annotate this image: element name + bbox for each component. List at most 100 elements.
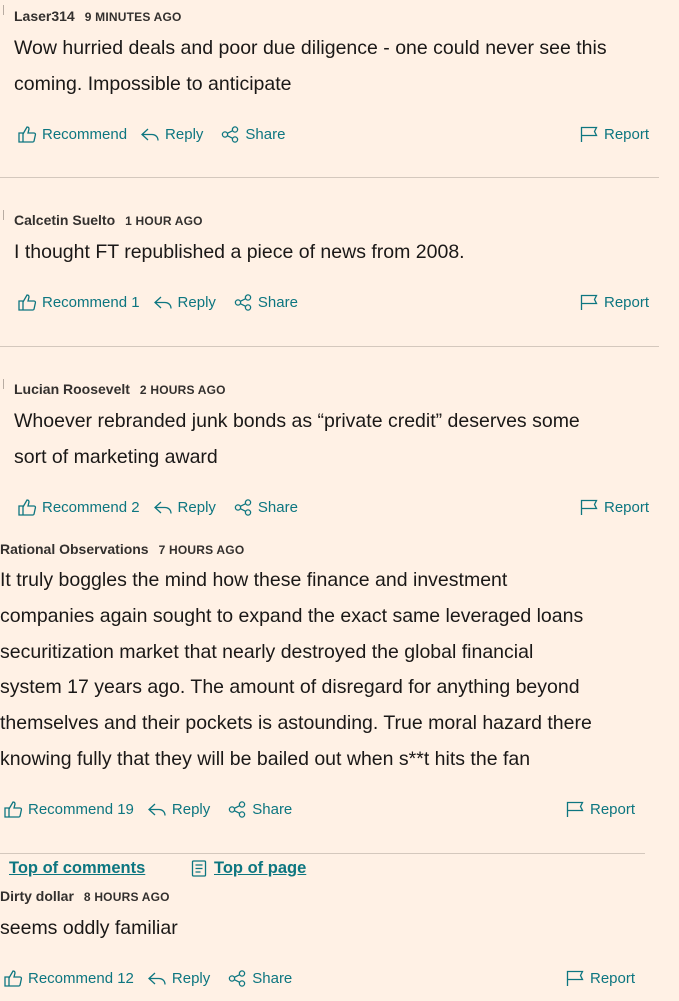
share-icon xyxy=(234,294,252,311)
comment-line: system 17 years ago. The amount of disre… xyxy=(0,676,580,699)
share-icon xyxy=(229,801,246,818)
thumbs-up-icon xyxy=(4,801,23,818)
comment-body: seems oddly familiar xyxy=(0,910,178,946)
reply-button[interactable]: Reply xyxy=(153,294,216,311)
comment: Rational Observations 7 HOURS AGO It tru… xyxy=(0,541,592,778)
recommend-label: Recommend 19 xyxy=(28,801,134,818)
comment-timestamp: 2 HOURS AGO xyxy=(139,383,226,397)
report-label: Report xyxy=(590,970,636,987)
report-button[interactable]: Report xyxy=(566,970,635,987)
comment-divider xyxy=(0,853,645,854)
flag-icon xyxy=(566,801,584,817)
comment-actions: Recommend Reply Share xyxy=(18,126,285,143)
report-label: Report xyxy=(590,801,636,818)
reply-label: Reply xyxy=(171,970,211,987)
reply-icon xyxy=(147,972,166,985)
reply-label: Reply xyxy=(177,294,216,311)
reply-button[interactable]: Reply xyxy=(147,970,211,987)
comment-author[interactable]: Dirty dollar xyxy=(0,888,74,904)
report-button[interactable]: Report xyxy=(580,294,649,311)
share-icon xyxy=(222,126,239,143)
comment-actions: Recommend 2 Reply Share xyxy=(18,499,298,516)
reply-label: Reply xyxy=(177,499,216,516)
share-button[interactable]: Share xyxy=(221,126,285,143)
comment-author[interactable]: Calcetin Suelto xyxy=(14,212,115,228)
report-button[interactable]: Report xyxy=(566,801,635,818)
recommend-button[interactable]: Recommend 12 xyxy=(4,970,134,987)
top-of-comments-link[interactable]: Top of comments xyxy=(9,859,145,878)
reply-icon xyxy=(141,128,159,141)
comment-line: It truly boggles the mind how these fina… xyxy=(0,569,508,591)
reply-button[interactable]: Reply xyxy=(141,126,203,143)
reply-label: Reply xyxy=(165,126,204,143)
recommend-button[interactable]: Recommend 1 xyxy=(18,294,140,311)
thread-marker xyxy=(3,210,4,220)
comment-author[interactable]: Laser314 xyxy=(14,8,75,24)
comment-body: It truly boggles the mind how these fina… xyxy=(0,563,592,778)
flag-icon xyxy=(566,970,584,986)
comment-body: Whoever rebranded junk bonds as “private… xyxy=(14,403,580,475)
comment-actions: Recommend 1 Reply Share xyxy=(18,294,298,311)
comment-line: securitization market that nearly destro… xyxy=(0,640,534,663)
comment-timestamp: 1 HOUR AGO xyxy=(125,214,203,228)
reply-label: Reply xyxy=(171,801,211,818)
comment-line: Whoever rebranded junk bonds as “private… xyxy=(14,410,580,432)
reply-icon xyxy=(153,296,172,309)
reply-button[interactable]: Reply xyxy=(147,801,211,818)
recommend-label: Recommend xyxy=(42,126,128,143)
comment: Lucian Roosevelt 2 HOURS AGO Whoever reb… xyxy=(14,381,580,475)
comment-line: sort of marketing award xyxy=(14,446,218,468)
comment-line: Wow hurried deals and poor due diligence… xyxy=(14,37,607,59)
comment-divider xyxy=(0,346,659,347)
report-button[interactable]: Report xyxy=(580,126,649,143)
report-button[interactable]: Report xyxy=(580,499,649,516)
share-label: Share xyxy=(257,499,298,516)
share-label: Share xyxy=(252,801,293,818)
share-button[interactable]: Share xyxy=(234,294,298,311)
top-of-page-link[interactable]: Top of page xyxy=(214,859,306,878)
thumbs-up-icon xyxy=(18,499,37,516)
share-button[interactable]: Share xyxy=(228,970,292,987)
comment-actions: Recommend 12 Reply Share xyxy=(4,970,292,987)
share-label: Share xyxy=(245,126,286,143)
report-label: Report xyxy=(604,126,650,143)
comment-timestamp: 8 HOURS AGO xyxy=(83,890,170,904)
reply-icon xyxy=(147,803,166,816)
share-button[interactable]: Share xyxy=(234,499,298,516)
flag-icon xyxy=(580,294,598,310)
recommend-label: Recommend 2 xyxy=(42,499,140,516)
reply-button[interactable]: Reply xyxy=(153,499,216,516)
comment-line: I thought FT republished a piece of news… xyxy=(14,241,465,263)
recommend-button[interactable]: Recommend xyxy=(18,126,127,143)
thread-marker xyxy=(3,5,4,15)
comment-line: seems oddly familiar xyxy=(0,917,178,939)
document-icon xyxy=(191,860,207,877)
report-label: Report xyxy=(604,294,650,311)
thumbs-up-icon xyxy=(4,970,23,987)
recommend-label: Recommend 12 xyxy=(28,970,134,987)
comment-actions: Recommend 19 Reply Share xyxy=(4,801,292,818)
flag-icon xyxy=(580,499,598,515)
top-of-page-link-wrap[interactable]: Top of page xyxy=(190,859,306,878)
recommend-button[interactable]: Recommend 2 xyxy=(18,499,140,516)
flag-icon xyxy=(580,126,598,142)
comment-line: knowing fully that they will be bailed o… xyxy=(0,747,531,770)
recommend-label: Recommend 1 xyxy=(42,294,140,311)
comment: Dirty dollar 8 HOURS AGO seems oddly fam… xyxy=(0,888,178,946)
comment-line: coming. Impossible to anticipate xyxy=(14,73,292,95)
comment-divider xyxy=(0,177,659,178)
comment-timestamp: 9 MINUTES AGO xyxy=(84,10,182,24)
thumbs-up-icon xyxy=(18,294,37,311)
thumbs-up-icon xyxy=(18,126,37,143)
share-button[interactable]: Share xyxy=(228,801,292,818)
comment-line: themselves and their pockets is astoundi… xyxy=(0,712,592,735)
comment: Calcetin Suelto 1 HOUR AGO I thought FT … xyxy=(14,212,465,270)
thread-marker xyxy=(3,379,4,389)
comment-author[interactable]: Rational Observations xyxy=(0,541,149,557)
comment-body: Wow hurried deals and poor due diligence… xyxy=(14,30,607,102)
recommend-button[interactable]: Recommend 19 xyxy=(4,801,134,818)
comment: Laser314 9 MINUTES AGO Wow hurried deals… xyxy=(14,8,607,102)
share-icon xyxy=(229,970,246,987)
comment-timestamp: 7 HOURS AGO xyxy=(158,543,245,557)
comment-author[interactable]: Lucian Roosevelt xyxy=(14,381,130,397)
